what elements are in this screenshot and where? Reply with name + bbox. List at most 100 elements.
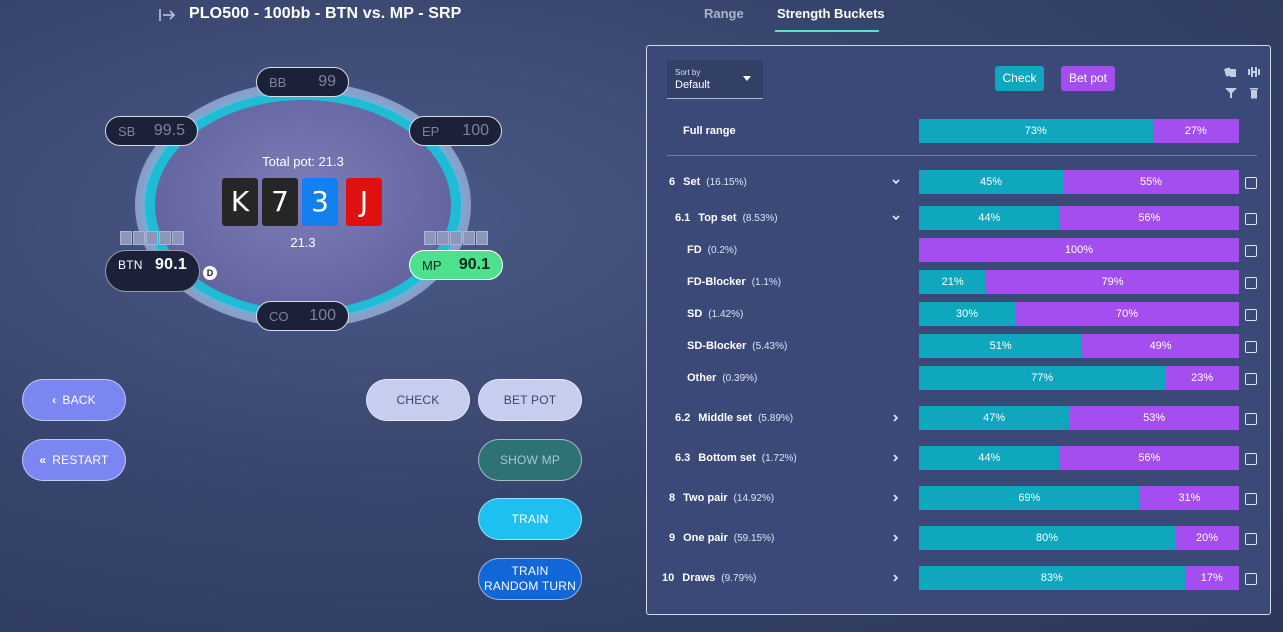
- back-button[interactable]: ‹ BACK: [22, 379, 126, 421]
- sort-dropdown[interactable]: Sort by Default: [667, 60, 763, 99]
- bucket-label: 8 Two pair (14.92%): [669, 492, 774, 504]
- seat-stack: 99: [318, 73, 336, 90]
- bar-segment-check: 51%: [919, 334, 1083, 358]
- check-label: CHECK: [396, 393, 440, 407]
- total-pot-label: Total pot: 21.3: [262, 154, 344, 169]
- bucket-label: 6.3 Bottom set (1.72%): [675, 452, 797, 464]
- bar-segment-bet: 79%: [986, 270, 1239, 294]
- chevron-down-icon[interactable]: [891, 213, 901, 223]
- sort-value: Default: [675, 79, 710, 91]
- bucket-name: Top set: [698, 212, 737, 224]
- bucket-number: 6.2: [675, 412, 691, 424]
- bucket-checkbox[interactable]: [1245, 493, 1257, 505]
- bar-segment-bet: 31%: [1139, 486, 1239, 510]
- bucket-label: 10 Draws (9.79%): [662, 572, 756, 584]
- board-card-4: J: [346, 178, 382, 226]
- seat-stack: 100: [309, 307, 336, 324]
- bucket-checkbox[interactable]: [1245, 453, 1257, 465]
- trash-icon[interactable]: [1247, 87, 1261, 99]
- seat-bb: BB 99: [256, 67, 349, 97]
- tab-strength-buckets[interactable]: Strength Buckets: [777, 6, 885, 21]
- check-button[interactable]: CHECK: [366, 379, 470, 421]
- bar-segment-check: 30%: [919, 302, 1015, 326]
- seat-sb: SB 99.5: [105, 116, 198, 146]
- filter-icon[interactable]: [1224, 87, 1238, 99]
- bucket-bar: 100%: [919, 238, 1239, 262]
- board-card-2: 7: [262, 178, 298, 226]
- chevron-down-icon[interactable]: [891, 177, 901, 187]
- seat-position: BTN: [118, 258, 143, 272]
- bar-segment-check: 21%: [919, 270, 987, 294]
- seat-stack: 100: [462, 122, 489, 139]
- bucket-checkbox[interactable]: [1245, 533, 1257, 545]
- bar-segment-check: 69%: [919, 486, 1140, 510]
- bucket-checkbox[interactable]: [1245, 413, 1257, 425]
- active-tab-indicator: [775, 30, 879, 32]
- bucket-number: 8: [669, 492, 676, 504]
- double-chevron-left-icon: «: [39, 453, 47, 467]
- bar-segment-bet: 27%: [1152, 119, 1239, 143]
- sort-label: Sort by: [675, 68, 701, 77]
- bucket-label: 9 One pair (59.15%): [669, 532, 774, 544]
- bar-segment-check: 45%: [919, 170, 1063, 194]
- bar-segment-bet: 55%: [1063, 170, 1239, 194]
- seat-co: CO 100: [256, 301, 349, 331]
- cards-icon[interactable]: [1224, 66, 1238, 78]
- bucket-checkbox[interactable]: [1245, 177, 1257, 189]
- chevron-right-icon[interactable]: [891, 413, 901, 423]
- bucket-bar: 77% 23%: [919, 366, 1239, 390]
- bucket-checkbox[interactable]: [1245, 309, 1257, 321]
- chevron-right-icon[interactable]: [891, 493, 901, 503]
- bucket-label: 6.2 Middle set (5.89%): [675, 412, 793, 424]
- restart-button[interactable]: « RESTART: [22, 439, 126, 481]
- seat-stack: 99.5: [153, 122, 185, 139]
- bar-segment-check: 44%: [919, 206, 1060, 230]
- train-random-turn-button[interactable]: TRAIN RANDOM TURN: [478, 558, 582, 600]
- bar-segment-bet: 56%: [1059, 446, 1239, 470]
- legend-bet-pot[interactable]: Bet pot: [1061, 66, 1115, 91]
- bucket-percent: (0.39%): [722, 373, 758, 384]
- full-range-label: Full range: [683, 125, 736, 137]
- bucket-checkbox[interactable]: [1245, 373, 1257, 385]
- bar-segment-bet: 17%: [1184, 566, 1239, 590]
- bucket-checkbox[interactable]: [1245, 573, 1257, 585]
- bucket-percent: (0.2%): [707, 245, 738, 256]
- bar-segment-bet: 56%: [1059, 206, 1239, 230]
- bucket-checkbox[interactable]: [1245, 341, 1257, 353]
- bar-segment-bet: 23%: [1165, 366, 1239, 390]
- train-button[interactable]: TRAIN: [478, 498, 582, 540]
- bucket-number: 10: [662, 572, 675, 584]
- bucket-name: One pair: [683, 532, 728, 544]
- exit-icon[interactable]: [158, 6, 176, 24]
- bar-segment-check: 47%: [919, 406, 1070, 430]
- chevron-right-icon[interactable]: [891, 573, 901, 583]
- caret-down-icon: [743, 76, 751, 81]
- full-range-bar: 73% 27%: [919, 119, 1239, 143]
- dealer-button: D: [203, 266, 217, 280]
- bucket-percent: (1.1%): [751, 277, 782, 288]
- divider: [667, 155, 1257, 156]
- board-card-1: K: [222, 178, 258, 226]
- bucket-percent: (5.43%): [752, 341, 788, 352]
- bucket-number: 9: [669, 532, 676, 544]
- adjust-icon[interactable]: [1247, 66, 1261, 78]
- bar-segment-bet: 49%: [1082, 334, 1239, 358]
- bucket-checkbox[interactable]: [1245, 213, 1257, 225]
- bucket-checkbox[interactable]: [1245, 245, 1257, 257]
- bucket-bar: 83% 17%: [919, 566, 1239, 590]
- chevron-right-icon[interactable]: [891, 453, 901, 463]
- legend-check[interactable]: Check: [995, 66, 1044, 91]
- show-mp-label: SHOW MP: [499, 453, 561, 467]
- bucket-name: Other: [687, 372, 717, 384]
- train-random-label-1: TRAIN: [511, 564, 549, 578]
- bucket-percent: (9.79%): [721, 573, 757, 584]
- bar-segment-check: 80%: [919, 526, 1175, 550]
- tab-range[interactable]: Range: [704, 6, 744, 21]
- bet-pot-button[interactable]: BET POT: [478, 379, 582, 421]
- bucket-checkbox[interactable]: [1245, 277, 1257, 289]
- bucket-label: FD (0.2%): [687, 244, 737, 256]
- chevron-right-icon[interactable]: [891, 533, 901, 543]
- bar-segment-check: 73%: [919, 119, 1153, 143]
- show-mp-button[interactable]: SHOW MP: [478, 439, 582, 481]
- bucket-number: 6: [669, 176, 676, 188]
